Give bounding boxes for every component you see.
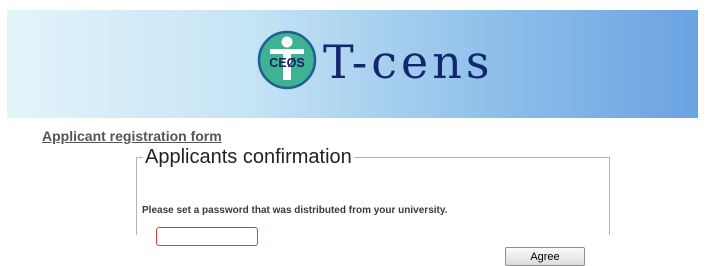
applicants-confirmation-panel: Applicants confirmation Please set a pas… (136, 146, 610, 266)
logo-badge-text: CEØS (269, 56, 304, 70)
password-instruction: Please set a password that was distribut… (142, 205, 448, 216)
header-banner: CEØS T-cens (7, 10, 698, 118)
panel-title: Applicants confirmation (145, 146, 352, 168)
site-name: T-cens (323, 35, 494, 89)
t-cens-logo-icon: CEØS (257, 30, 317, 90)
site-logo: CEØS T-cens (257, 30, 494, 90)
password-input[interactable] (156, 227, 258, 246)
applicant-registration-link[interactable]: Applicant registration form (42, 128, 222, 144)
